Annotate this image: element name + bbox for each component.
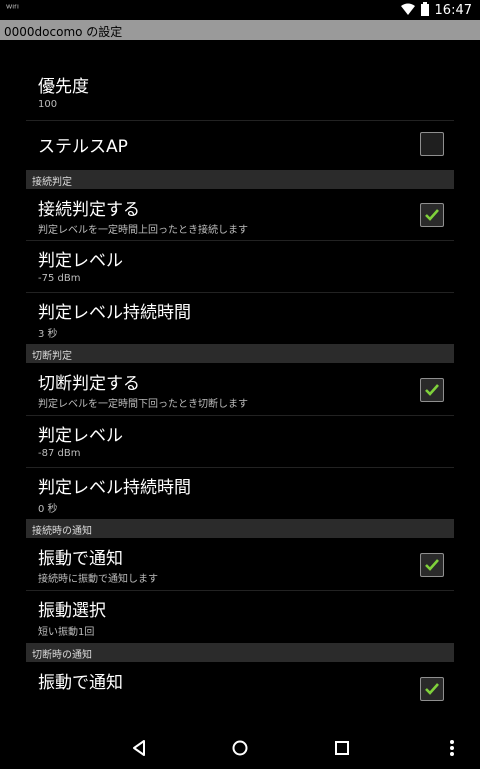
pref-title: 優先度 bbox=[38, 77, 89, 97]
back-icon[interactable] bbox=[127, 736, 151, 760]
vibrate-disconnect-checkbox[interactable] bbox=[420, 677, 444, 701]
pref-summary: 100 bbox=[38, 99, 58, 110]
status-time: 16:47 bbox=[434, 3, 472, 18]
notification-icon: ᵂᴵᶠᴵ bbox=[6, 4, 19, 15]
check-icon bbox=[425, 559, 439, 571]
pref-stealth-ap[interactable]: ステルスAP bbox=[26, 120, 454, 168]
pref-summary: 接続時に振動で通知します bbox=[38, 574, 158, 585]
pref-vibrate-disconnect[interactable]: 振動で通知 bbox=[26, 663, 454, 726]
home-icon[interactable] bbox=[228, 736, 252, 760]
category-notify-disconnect: 切断時の通知 bbox=[26, 643, 454, 662]
pref-title: 切断判定する bbox=[38, 374, 140, 394]
preferences-list: 優先度 100 ステルスAP 接続判定 接続判定する 判定レベルを一定時間上回っ… bbox=[0, 40, 480, 726]
disconnect-judge-checkbox[interactable] bbox=[420, 378, 444, 402]
pref-summary: 0 秒 bbox=[38, 504, 58, 515]
vibrate-connect-checkbox[interactable] bbox=[420, 553, 444, 577]
pref-disconnect-judge[interactable]: 切断判定する 判定レベルを一定時間下回ったとき切断します bbox=[26, 364, 454, 416]
pref-connect-judge[interactable]: 接続判定する 判定レベルを一定時間上回ったとき接続します bbox=[26, 190, 454, 241]
recents-icon[interactable] bbox=[330, 736, 354, 760]
pref-vibrate-select[interactable]: 振動選択 短い振動1回 bbox=[26, 591, 454, 643]
wifi-icon bbox=[400, 3, 415, 18]
pref-summary: -75 dBm bbox=[38, 273, 81, 284]
check-icon bbox=[425, 209, 439, 221]
category-connect-judge: 接続判定 bbox=[26, 170, 454, 189]
pref-title: 判定レベル bbox=[38, 251, 123, 271]
pref-disconnect-level[interactable]: 判定レベル -87 dBm bbox=[26, 416, 454, 468]
pref-title: 判定レベル持続時間 bbox=[38, 303, 191, 323]
connect-judge-checkbox[interactable] bbox=[420, 203, 444, 227]
title-bar: 0000docomo の設定 bbox=[0, 20, 480, 40]
category-label: 接続判定 bbox=[32, 177, 72, 188]
page-title: 0000docomo の設定 bbox=[4, 25, 123, 39]
stealth-ap-checkbox[interactable] bbox=[420, 132, 444, 156]
pref-connect-duration[interactable]: 判定レベル持続時間 3 秒 bbox=[26, 293, 454, 344]
battery-icon bbox=[420, 2, 429, 19]
category-label: 切断判定 bbox=[32, 351, 72, 362]
category-disconnect-judge: 切断判定 bbox=[26, 344, 454, 363]
check-icon bbox=[425, 384, 439, 396]
pref-title: 判定レベル bbox=[38, 426, 123, 446]
pref-summary: -87 dBm bbox=[38, 448, 81, 459]
check-icon bbox=[425, 683, 439, 695]
pref-disconnect-duration[interactable]: 判定レベル持続時間 0 秒 bbox=[26, 468, 454, 519]
pref-title: 振動で通知 bbox=[38, 549, 123, 569]
pref-title: 振動選択 bbox=[38, 601, 106, 621]
navigation-bar bbox=[0, 726, 480, 769]
category-label: 切断時の通知 bbox=[32, 650, 92, 661]
pref-summary: 短い振動1回 bbox=[38, 627, 95, 638]
pref-summary: 判定レベルを一定時間下回ったとき切断します bbox=[38, 399, 248, 410]
category-notify-connect: 接続時の通知 bbox=[26, 519, 454, 538]
pref-title: 接続判定する bbox=[38, 200, 140, 220]
pref-connect-level[interactable]: 判定レベル -75 dBm bbox=[26, 241, 454, 293]
pref-title: ステルスAP bbox=[38, 137, 128, 157]
pref-title: 判定レベル持続時間 bbox=[38, 478, 191, 498]
status-bar: ᵂᴵᶠᴵ 16:47 bbox=[0, 0, 480, 20]
pref-vibrate-connect[interactable]: 振動で通知 接続時に振動で通知します bbox=[26, 539, 454, 591]
pref-priority[interactable]: 優先度 100 bbox=[26, 68, 454, 121]
pref-summary: 判定レベルを一定時間上回ったとき接続します bbox=[38, 225, 248, 236]
pref-title: 振動で通知 bbox=[38, 673, 123, 693]
pref-summary: 3 秒 bbox=[38, 329, 58, 340]
menu-icon[interactable] bbox=[446, 736, 458, 760]
category-label: 接続時の通知 bbox=[32, 526, 92, 537]
